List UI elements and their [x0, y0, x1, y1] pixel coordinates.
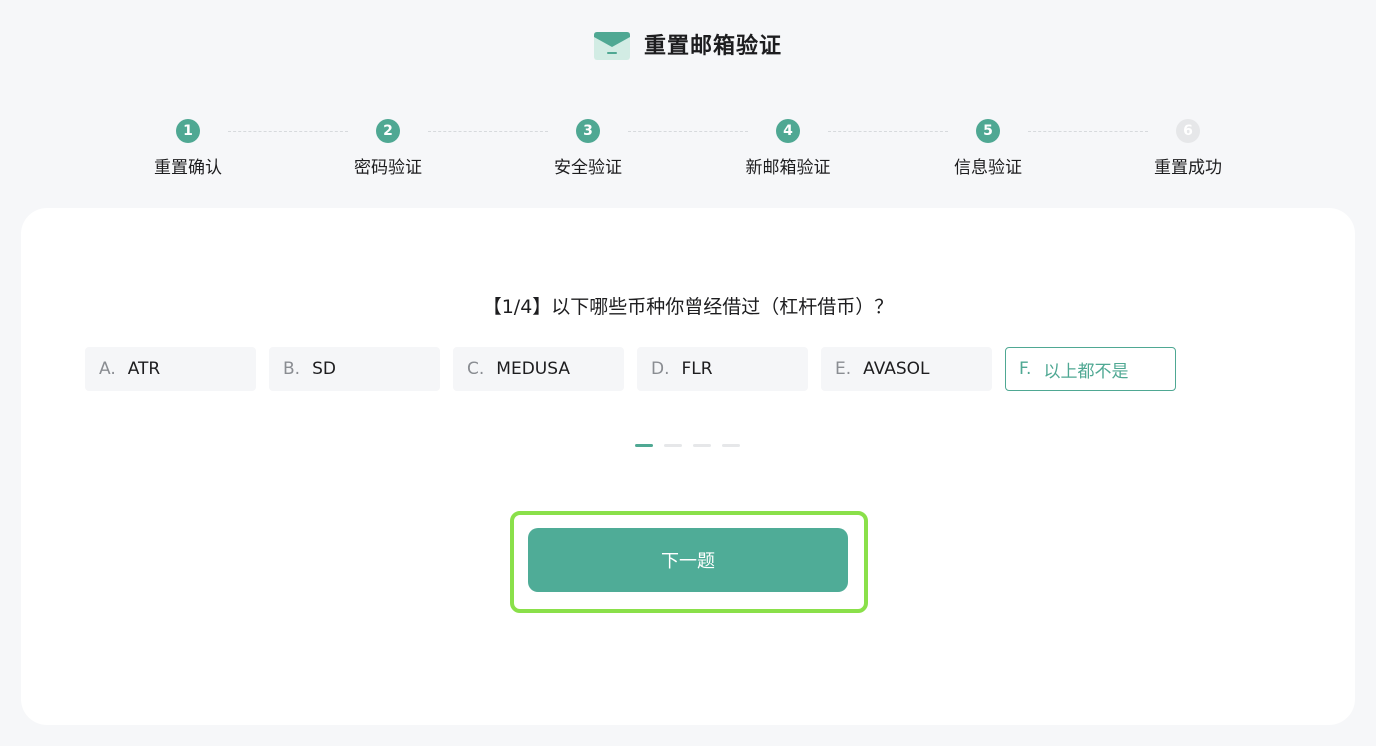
question-progress — [635, 444, 740, 447]
question-card: 【1/4】以下哪些币种你曾经借过（杠杆借币）？ A. ATR B. SD C. … — [21, 208, 1355, 725]
step-2: 2 密码验证 — [288, 119, 488, 178]
option-list: A. ATR B. SD C. MEDUSA D. FLR E. AVASOL … — [85, 347, 1176, 391]
progress-dot — [693, 444, 711, 447]
option-label: 以上都不是 — [1043, 361, 1129, 382]
step-1: 1 重置确认 — [88, 119, 288, 178]
step-label: 新邮箱验证 — [745, 158, 831, 178]
step-number: 2 — [376, 119, 400, 143]
page: 重置邮箱验证 1 重置确认 2 密码验证 3 安全验证 4 新邮箱验证 5 信息… — [0, 0, 1376, 746]
step-label: 信息验证 — [954, 158, 1022, 178]
option-f[interactable]: F. 以上都不是 — [1005, 347, 1176, 391]
mail-icon — [593, 32, 630, 60]
option-c[interactable]: C. MEDUSA — [453, 347, 624, 391]
progress-dot — [635, 444, 653, 447]
step-label: 重置成功 — [1154, 158, 1222, 178]
option-letter: B. — [283, 359, 301, 379]
progress-dot — [722, 444, 740, 447]
step-number: 5 — [976, 119, 1000, 143]
option-letter: D. — [651, 359, 670, 379]
page-title: 重置邮箱验证 — [643, 34, 782, 59]
option-label: MEDUSA — [496, 359, 570, 379]
next-question-button[interactable]: 下一题 — [528, 528, 848, 592]
option-e[interactable]: E. AVASOL — [821, 347, 992, 391]
option-label: FLR — [681, 359, 713, 379]
option-letter: F. — [1019, 359, 1032, 379]
option-d[interactable]: D. FLR — [637, 347, 808, 391]
step-3: 3 安全验证 — [488, 119, 688, 178]
option-label: ATR — [127, 359, 161, 379]
step-4: 4 新邮箱验证 — [688, 119, 888, 178]
step-label: 安全验证 — [554, 158, 622, 178]
option-letter: E. — [835, 359, 852, 379]
progress-dot — [664, 444, 682, 447]
option-a[interactable]: A. ATR — [85, 347, 256, 391]
step-label: 重置确认 — [154, 158, 222, 178]
step-number: 3 — [576, 119, 600, 143]
step-number: 4 — [776, 119, 800, 143]
question-text: 【1/4】以下哪些币种你曾经借过（杠杆借币）？ — [482, 296, 894, 318]
option-b[interactable]: B. SD — [269, 347, 440, 391]
header: 重置邮箱验证 — [0, 28, 1376, 60]
step-6: 6 重置成功 — [1088, 119, 1288, 178]
step-5: 5 信息验证 — [888, 119, 1088, 178]
step-label: 密码验证 — [354, 158, 422, 178]
step-number: 1 — [176, 119, 200, 143]
option-label: SD — [312, 359, 336, 379]
step-number: 6 — [1176, 119, 1200, 143]
option-letter: A. — [99, 359, 116, 379]
option-label: AVASOL — [863, 359, 930, 379]
option-letter: C. — [467, 359, 485, 379]
step-progress: 1 重置确认 2 密码验证 3 安全验证 4 新邮箱验证 5 信息验证 6 重置… — [88, 119, 1288, 189]
